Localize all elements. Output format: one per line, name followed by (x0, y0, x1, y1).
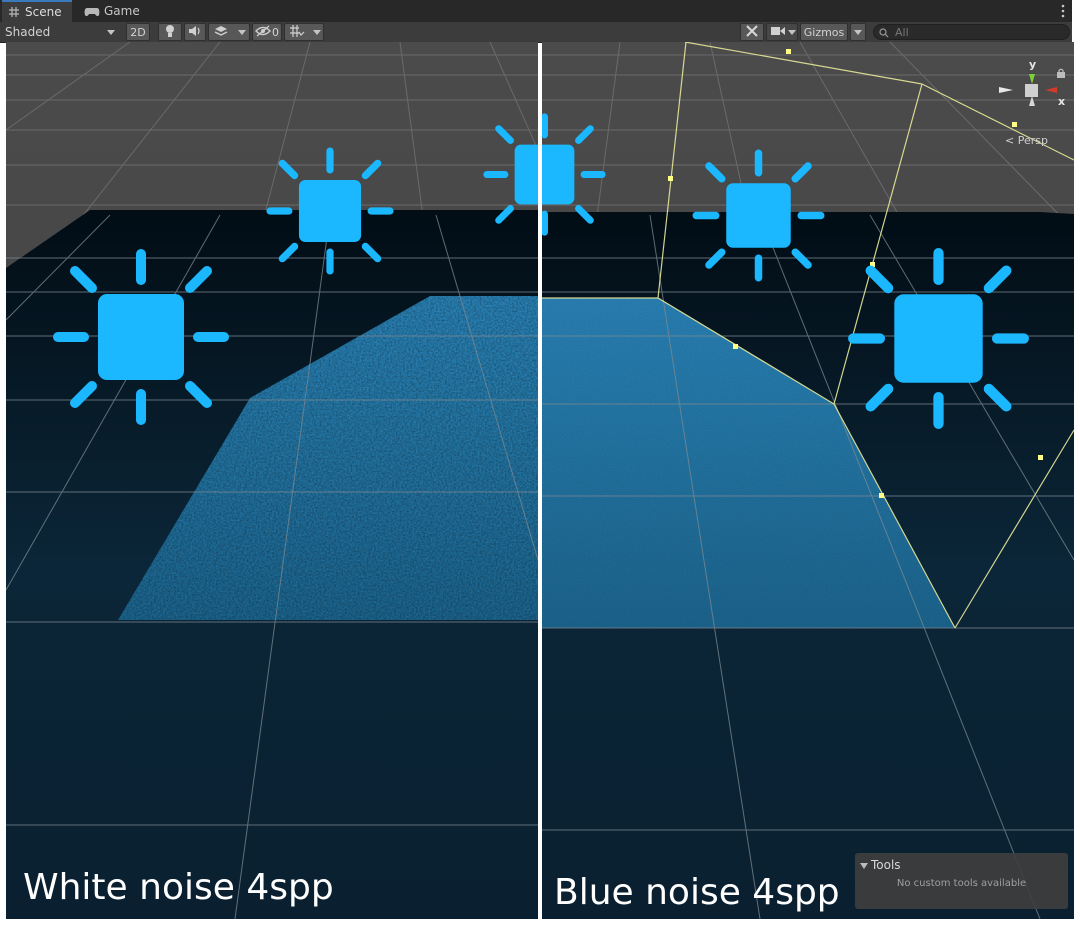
chevron-down-icon (313, 30, 321, 35)
search-icon (879, 23, 891, 42)
lightbulb-icon (164, 24, 176, 41)
sun-icon[interactable] (691, 148, 826, 283)
chevron-down-icon (854, 29, 862, 35)
search-field[interactable]: All (873, 24, 1070, 40)
audio-icon (188, 25, 202, 40)
grid-icon (8, 6, 20, 18)
tools-overlay-message: No custom tools available (896, 878, 1027, 889)
chevron-down-icon (107, 30, 115, 35)
sun-icon[interactable] (51, 247, 231, 427)
lock-icon[interactable] (1057, 63, 1065, 82)
visibility-icon (255, 25, 271, 40)
tab-game-label: Game (104, 4, 140, 18)
caption-blue-noise: Blue noise 4spp (554, 872, 840, 913)
chevron-down-icon (238, 30, 246, 35)
effects-dropdown[interactable] (208, 23, 250, 41)
tools-overlay[interactable]: Tools No custom tools available (855, 853, 1068, 909)
2d-toggle-label: 2D (130, 25, 146, 39)
draw-mode-label: Shaded (5, 25, 51, 39)
tools-overlay-title: Tools (871, 858, 901, 872)
tools-toggle-button[interactable] (740, 23, 764, 41)
search-placeholder: All (895, 25, 909, 39)
hidden-count: 0 (272, 25, 279, 39)
projection-toggle[interactable]: < Persp (1005, 134, 1048, 147)
gizmo-x-label: x (1058, 95, 1066, 108)
grid-snap-dropdown[interactable] (284, 23, 324, 41)
tools-icon (745, 24, 759, 41)
tab-scene[interactable]: Scene (2, 0, 72, 22)
sun-icon-clipped (476, 112, 538, 237)
sun-icon[interactable] (846, 246, 1031, 431)
caption-white-noise: White noise 4spp (23, 867, 334, 908)
tab-scene-label: Scene (25, 5, 62, 19)
chevron-down-icon (788, 30, 796, 35)
camera-icon (771, 26, 785, 39)
sun-icon[interactable] (265, 146, 395, 276)
grid-snap-icon (289, 24, 305, 41)
camera-dropdown[interactable] (766, 23, 798, 41)
effects-icon (214, 25, 228, 40)
gizmos-dropdown[interactable] (850, 23, 866, 41)
gizmo-y-label: y (1029, 58, 1037, 71)
2d-toggle-button[interactable]: 2D (126, 23, 150, 41)
scene-toolbar: Shaded 2D 0 Gizmos All (0, 22, 1072, 43)
draw-mode-dropdown[interactable]: Shaded (0, 23, 120, 41)
gamepad-icon (84, 6, 100, 17)
gizmos-button[interactable]: Gizmos (800, 23, 848, 41)
audio-toggle-button[interactable] (184, 23, 206, 41)
editor-tab-bar: Scene Game (0, 0, 1072, 22)
gizmos-label: Gizmos (803, 25, 845, 39)
lighting-toggle-button[interactable] (158, 23, 182, 41)
sun-icon-clipped (542, 112, 612, 237)
chevron-down-icon[interactable] (860, 863, 868, 869)
tab-game[interactable]: Game (80, 0, 146, 22)
hidden-objects-toggle[interactable]: 0 (252, 23, 282, 41)
more-icon[interactable] (1058, 3, 1068, 19)
